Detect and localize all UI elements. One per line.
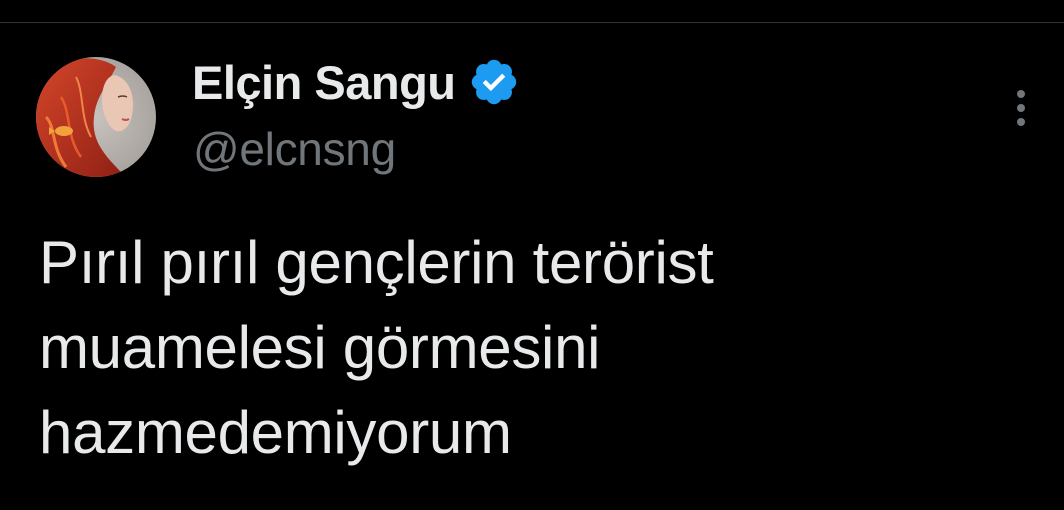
- tweet-text-line: muamelesi görmesini: [39, 314, 601, 381]
- verified-badge-icon: [468, 56, 520, 108]
- more-options-icon-dot: [1017, 118, 1025, 126]
- more-options-icon-dot: [1017, 104, 1025, 112]
- author-name-row[interactable]: Elçin Sangu: [192, 54, 520, 110]
- tweet-text: Pırıl pırıl gençlerin terörist muamelesi…: [39, 220, 999, 475]
- avatar-image: [36, 57, 156, 177]
- more-options-button[interactable]: [1004, 82, 1038, 134]
- tweet-text-line: Pırıl pırıl gençlerin terörist: [39, 229, 714, 296]
- author-handle[interactable]: @elcnsng: [193, 122, 396, 176]
- tweet-text-line: hazmedemiyorum: [39, 399, 512, 466]
- avatar[interactable]: [36, 57, 156, 177]
- author-display-name[interactable]: Elçin Sangu: [192, 55, 456, 110]
- more-options-icon: [1017, 90, 1025, 98]
- top-divider: [0, 22, 1064, 23]
